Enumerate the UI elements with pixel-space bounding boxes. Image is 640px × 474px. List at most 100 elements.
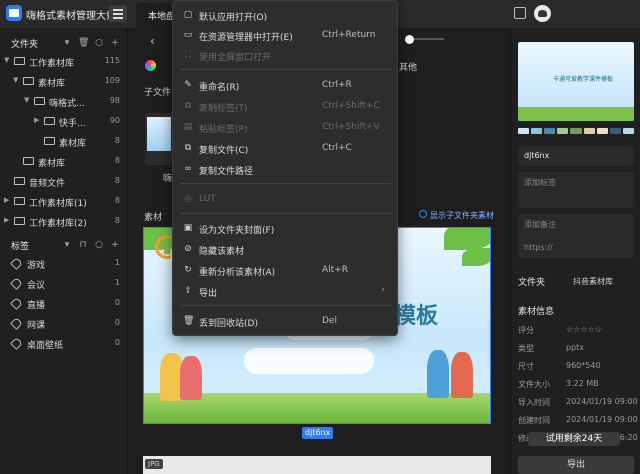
collapse-icon[interactable]: ▾ xyxy=(62,240,72,250)
file-name-label: djt6nx xyxy=(302,427,334,439)
add-tag-icon[interactable]: + xyxy=(110,240,120,250)
color-swatch[interactable] xyxy=(518,128,530,134)
trash-icon[interactable]: 🗑 xyxy=(78,38,89,48)
back-arrow-icon[interactable]: ‹ xyxy=(150,34,155,48)
inspector-panel: 卡通可爱教学课件模板 djt6nx 添加标签 添加备注 https:// 文件夹… xyxy=(510,28,640,474)
file-type-badge: JPG xyxy=(145,459,163,469)
folder-item[interactable]: 素材库 8 xyxy=(0,131,128,151)
lut-icon: ◎ xyxy=(184,194,192,204)
menu-item-open-default[interactable]: ▢ 默认应用打开(O) xyxy=(173,5,399,25)
url-field[interactable]: https:// xyxy=(518,238,634,258)
user-avatar[interactable] xyxy=(534,5,551,22)
color-swatch[interactable] xyxy=(609,128,621,134)
add-folder-icon[interactable]: + xyxy=(110,38,120,48)
menu-item-rename[interactable]: ✎ 重命名(R) Ctrl+R xyxy=(173,75,399,95)
menu-item-export[interactable]: ⇪ 导出 › xyxy=(173,281,399,301)
collapse-icon[interactable]: ▾ xyxy=(62,38,72,48)
tag-item[interactable]: 游戏 1 xyxy=(0,253,128,273)
color-swatch[interactable] xyxy=(596,128,608,134)
preview-title: 卡通可爱教学课件模板 xyxy=(553,76,614,83)
search-icon[interactable]: ○ xyxy=(94,38,104,48)
preview-image[interactable]: 卡通可爱教学课件模板 xyxy=(518,42,634,121)
panel-toggle-icon[interactable] xyxy=(514,7,526,19)
menu-item-hide-material[interactable]: ⊘ 隐藏该素材 xyxy=(173,239,399,259)
color-swatch[interactable] xyxy=(570,128,582,134)
folder-item[interactable]: ▼ 素材库 109 xyxy=(0,71,128,91)
show-subfolder-label[interactable]: 显示子文件夹素材 xyxy=(430,210,494,221)
menu-item-reanalyze[interactable]: ↻ 重新分析该素材(A) Alt+R xyxy=(173,260,399,280)
info-key: 导入时间 xyxy=(518,398,550,407)
folder-item[interactable]: 音频文件 8 xyxy=(0,171,128,191)
name-field[interactable]: djt6nx xyxy=(518,146,634,166)
rename-icon: ✎ xyxy=(184,80,192,90)
tags-title: 标签 xyxy=(11,242,30,252)
bookmark-icon[interactable]: ⊓ xyxy=(78,240,88,250)
show-subfolder-checkbox[interactable] xyxy=(419,210,427,218)
tag-item[interactable]: 网课 0 xyxy=(0,313,128,333)
tag-icon xyxy=(10,257,23,270)
tag-icon xyxy=(10,297,23,310)
export-button[interactable]: 导出 xyxy=(518,456,634,474)
folder-section-title: 文件夹 xyxy=(518,278,546,288)
color-swatch[interactable] xyxy=(544,128,556,134)
thumbnail-title-text: 模板 xyxy=(394,303,439,329)
menu-item-copy-file[interactable]: ⧉ 复制文件(C) Ctrl+C xyxy=(173,138,399,158)
menu-item-open-in-explorer[interactable]: ▭ 在资源管理器中打开(E) Ctrl+Return xyxy=(173,25,399,45)
copy-file-icon: ⧉ xyxy=(184,143,192,153)
rating-stars[interactable]: ☆☆☆☆☆ xyxy=(566,325,602,334)
color-swatch[interactable] xyxy=(557,128,569,134)
info-value: 3.22 MB xyxy=(566,379,599,388)
color-filter-icon[interactable] xyxy=(145,60,156,71)
menu-item-open-fullscreen[interactable]: ⛶ 使用全屏窗口打开 xyxy=(173,45,399,65)
folder-icon xyxy=(44,117,55,125)
tag-item[interactable]: 桌面壁纸 0 xyxy=(0,333,128,353)
folder-item[interactable]: ▶ 工作素材库(2) 8 xyxy=(0,211,128,231)
reanalyze-icon: ↻ xyxy=(184,265,192,275)
app-title: 嗨格式素材管理大师 xyxy=(26,11,116,22)
info-value: pptx xyxy=(566,343,585,352)
folder-item[interactable]: ▼ 嗨格式... 98 xyxy=(0,91,128,111)
menu-item-paste-tags[interactable]: ▤ 粘贴标签(P) Ctrl+Shift+V xyxy=(173,117,399,137)
tag-field[interactable]: 添加标签 xyxy=(518,172,634,208)
open-app-icon: ▢ xyxy=(183,10,193,20)
folder-item[interactable]: ▶ 快手... 90 xyxy=(0,111,128,131)
other-filter[interactable]: 其他 xyxy=(399,60,417,73)
tag-item[interactable]: 会议 1 xyxy=(0,273,128,293)
folder-icon xyxy=(14,197,25,205)
thumb-size-slider[interactable] xyxy=(414,38,444,40)
folder-item[interactable]: 素材库 8 xyxy=(0,151,128,171)
info-value: 2024/01/19 09:00 xyxy=(566,397,638,406)
search-icon[interactable]: ○ xyxy=(94,240,104,250)
menu-item-copy-path[interactable]: ∞ 复制文件路径 xyxy=(173,159,399,179)
menu-item-set-folder-cover[interactable]: ▣ 设为文件夹封面(F) xyxy=(173,218,399,238)
info-key: 创建时间 xyxy=(518,416,550,425)
tag-item[interactable]: 直播 0 xyxy=(0,293,128,313)
color-swatch[interactable] xyxy=(583,128,595,134)
info-section-title: 素材信息 xyxy=(518,307,555,317)
menu-item-lut[interactable]: ◎ LUT xyxy=(173,189,399,209)
info-value: 960*540 xyxy=(566,361,601,370)
folder-icon xyxy=(14,217,25,225)
folders-title: 文件夹 xyxy=(11,40,39,50)
tag-icon xyxy=(10,317,23,330)
paste-tag-icon: ▤ xyxy=(183,122,193,132)
tag-icon xyxy=(10,277,23,290)
color-swatch[interactable] xyxy=(622,128,634,134)
cover-icon: ▣ xyxy=(183,223,193,233)
folder-open-icon: ▭ xyxy=(183,30,193,40)
next-material-thumbnail[interactable] xyxy=(143,456,491,474)
folder-item[interactable]: ▶ 工作素材库(1) 8 xyxy=(0,191,128,211)
subfolder-name: 嗨 xyxy=(163,174,173,184)
folder-item[interactable]: ▼ 工作素材库 115 xyxy=(0,51,128,71)
menu-item-move-to-trash[interactable]: 🗑 丢到回收站(D) Del xyxy=(173,311,399,331)
menu-item-copy-tags[interactable]: ⧉ 复制标签(T) Ctrl+Shift+C xyxy=(173,96,399,116)
info-key: 尺寸 xyxy=(518,362,534,371)
main-menu-button[interactable] xyxy=(109,5,127,22)
folder-icon xyxy=(23,77,34,85)
color-swatch[interactable] xyxy=(531,128,543,134)
folder-value[interactable]: 抖音素材库 xyxy=(573,276,613,287)
trial-remaining-badge[interactable]: 试用剩余24天 xyxy=(528,432,620,446)
subfolder-thumbnail[interactable] xyxy=(145,113,173,165)
thumb-size-slider-handle[interactable] xyxy=(405,35,414,44)
fullscreen-icon: ⛶ xyxy=(184,50,192,60)
